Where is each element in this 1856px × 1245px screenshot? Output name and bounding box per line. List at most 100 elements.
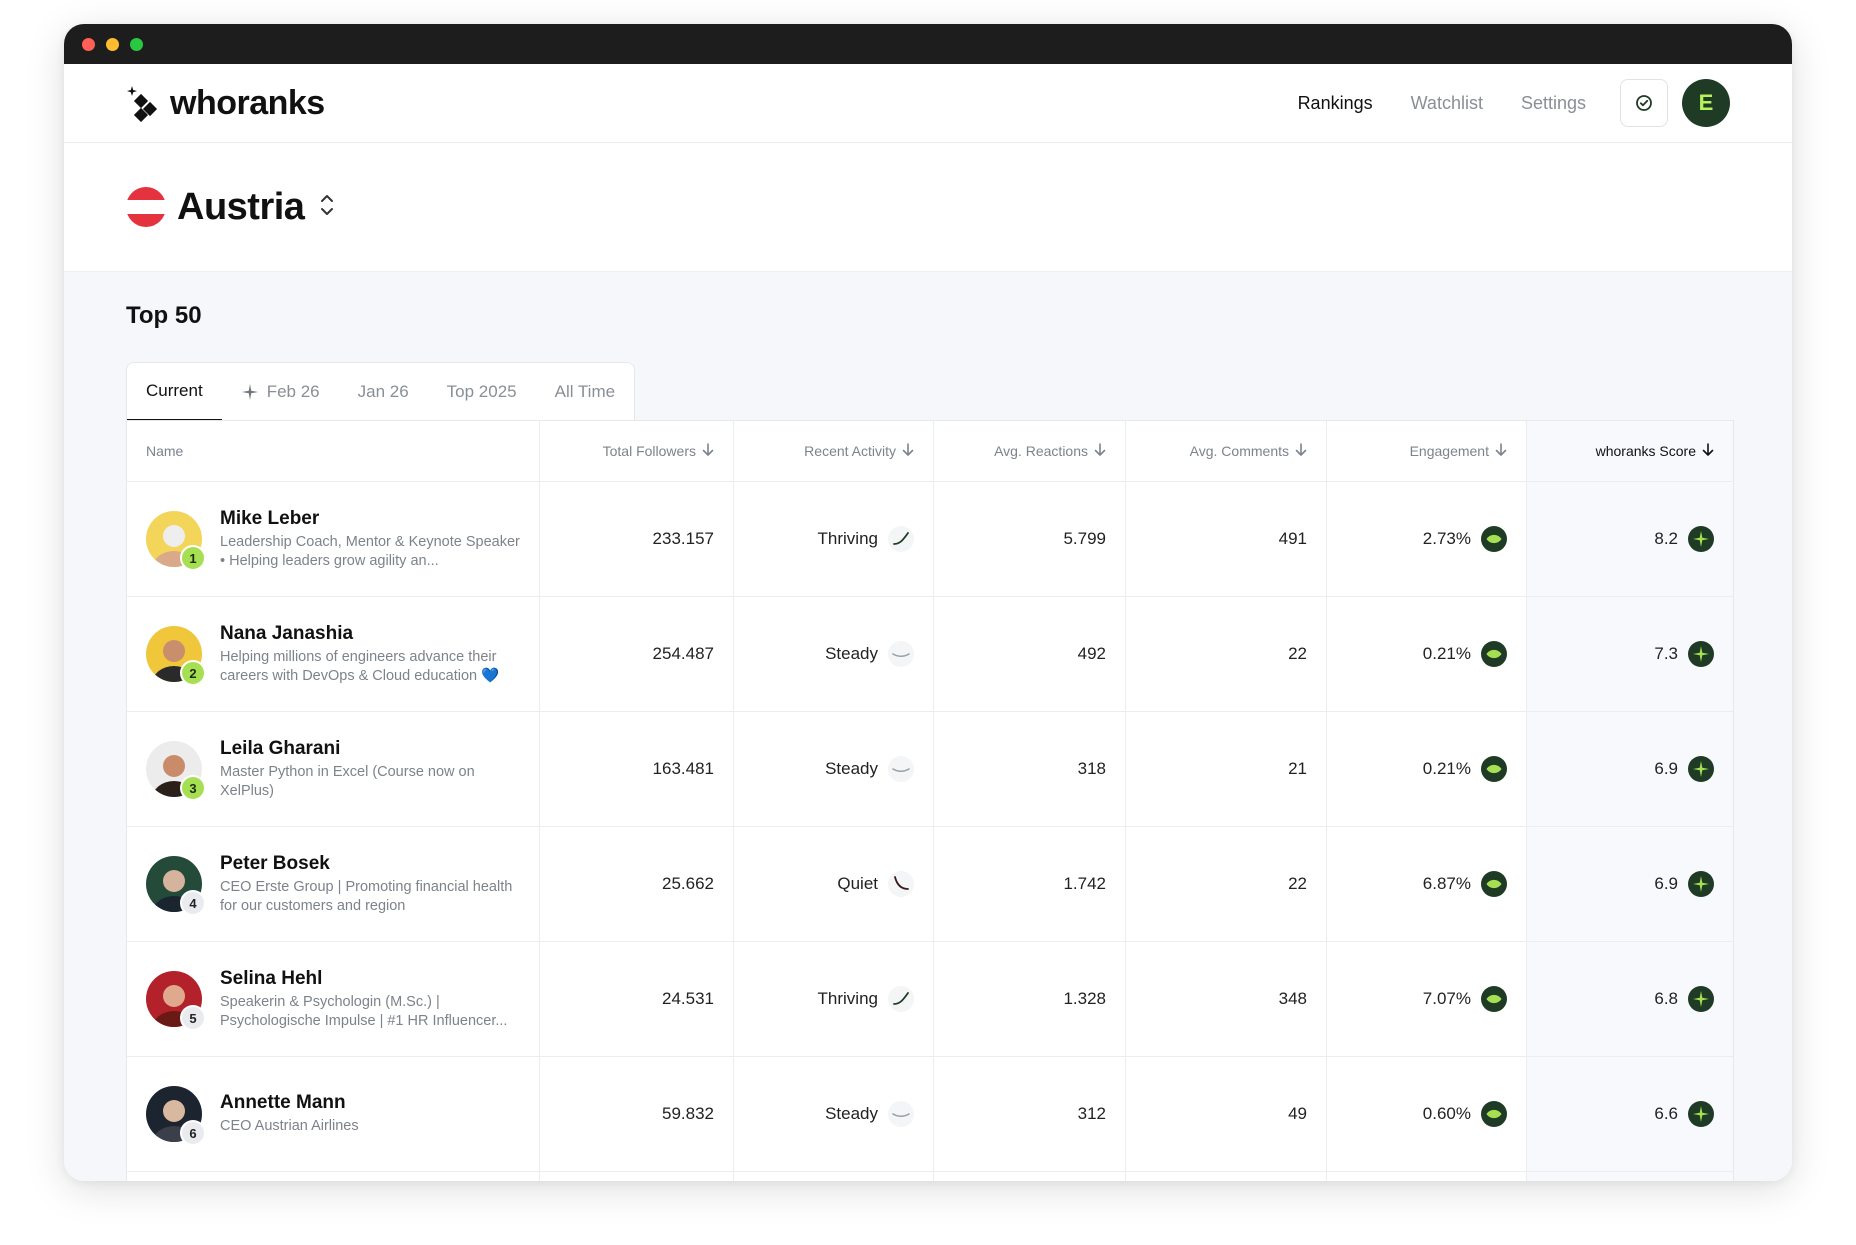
table-row[interactable]: 6 Annette Mann CEO Austrian Airlines 59.832… bbox=[127, 1057, 1733, 1172]
activity-cell: Thriving bbox=[734, 482, 934, 596]
user-avatar-button[interactable]: E bbox=[1682, 79, 1730, 127]
person-name[interactable]: Mike Leber bbox=[220, 508, 520, 530]
person-name[interactable]: Peter Bosek bbox=[220, 853, 520, 875]
rank-badge: 3 bbox=[180, 775, 206, 801]
score-cell: 6.6 bbox=[1527, 1057, 1733, 1171]
avatar: 3 bbox=[146, 741, 206, 817]
name-cell[interactable]: 3 Leila Gharani Master Python in Excel (Co… bbox=[127, 712, 540, 826]
engagement-value: 2.73% bbox=[1422, 529, 1471, 548]
sparkle-badge-icon bbox=[1688, 986, 1714, 1012]
comments-value: 348 bbox=[1278, 989, 1307, 1008]
name-cell[interactable]: 1 Mike Leber Leadership Coach, Mentor & Ke… bbox=[127, 482, 540, 596]
followers-cell: 24.531 bbox=[540, 942, 734, 1056]
reactions-value: 1.328 bbox=[1063, 989, 1106, 1008]
person-info: 4 Peter Bosek CEO Erste Group | Promoting … bbox=[146, 853, 520, 932]
check-circle-icon bbox=[1636, 95, 1652, 111]
person-name[interactable]: Nana Janashia bbox=[220, 623, 520, 645]
nav-settings[interactable]: Settings bbox=[1521, 93, 1586, 114]
person-info: 3 Leila Gharani Master Python in Excel (Co… bbox=[146, 738, 520, 817]
table-cell bbox=[540, 1172, 734, 1181]
activity-trend-icon bbox=[888, 986, 914, 1012]
engagement-cell: 0.21% bbox=[1327, 597, 1527, 711]
column-header-comments[interactable]: Avg. Comments bbox=[1126, 421, 1327, 481]
score-value: 7.3 bbox=[1654, 644, 1678, 663]
column-header-engagement[interactable]: Engagement bbox=[1327, 421, 1527, 481]
name-cell[interactable]: 5 Selina Hehl Speakerin & Psychologin (M.S… bbox=[127, 942, 540, 1056]
avatar: 1 bbox=[146, 511, 206, 587]
logo-icon bbox=[127, 86, 158, 122]
tab-top-2025[interactable]: Top 2025 bbox=[428, 363, 536, 421]
reactions-value: 318 bbox=[1077, 759, 1106, 778]
reactions-cell: 312 bbox=[934, 1057, 1126, 1171]
avatar: 6 bbox=[146, 1086, 206, 1162]
followers-value: 233.157 bbox=[652, 529, 714, 548]
activity-trend-icon bbox=[888, 1101, 914, 1127]
table-row[interactable]: 5 Selina Hehl Speakerin & Psychologin (M.S… bbox=[127, 942, 1733, 1057]
table-row[interactable]: 1 Mike Leber Leadership Coach, Mentor & Ke… bbox=[127, 482, 1733, 597]
column-header-activity[interactable]: Recent Activity bbox=[734, 421, 934, 481]
column-label: Name bbox=[146, 443, 184, 459]
person-name[interactable]: Leila Gharani bbox=[220, 738, 520, 760]
eye-icon bbox=[1481, 641, 1507, 667]
table-row[interactable]: 2 Nana Janashia Helping millions of engine… bbox=[127, 597, 1733, 712]
nav-watchlist[interactable]: Watchlist bbox=[1411, 93, 1483, 114]
followers-value: 163.481 bbox=[652, 759, 714, 778]
main-content: Top 50 Current Feb 26 Jan 26 Top 2025 Al… bbox=[64, 272, 1792, 1181]
nav-rankings[interactable]: Rankings bbox=[1298, 93, 1373, 114]
activity-cell: Steady bbox=[734, 597, 934, 711]
person-name[interactable]: Selina Hehl bbox=[220, 968, 520, 990]
followers-value: 254.487 bbox=[652, 644, 714, 663]
engagement-value: 7.07% bbox=[1422, 989, 1471, 1008]
tab-all-time[interactable]: All Time bbox=[536, 363, 634, 421]
column-header-score[interactable]: whoranks Score bbox=[1527, 421, 1733, 481]
column-header-followers[interactable]: Total Followers bbox=[540, 421, 734, 481]
column-header-name[interactable]: Name bbox=[127, 421, 540, 481]
close-window-button[interactable] bbox=[82, 38, 95, 51]
reactions-value: 492 bbox=[1077, 644, 1106, 663]
followers-value: 59.832 bbox=[662, 1104, 714, 1123]
score-cell: 6.8 bbox=[1527, 942, 1733, 1056]
austria-flag-icon bbox=[126, 187, 166, 227]
table-header-row: Name Total Followers Recent Activity Avg… bbox=[127, 421, 1733, 482]
activity-trend-icon bbox=[888, 526, 914, 552]
person-info: 2 Nana Janashia Helping millions of engine… bbox=[146, 623, 520, 702]
column-header-reactions[interactable]: Avg. Reactions bbox=[934, 421, 1126, 481]
table-row[interactable]: 4 Peter Bosek CEO Erste Group | Promoting … bbox=[127, 827, 1733, 942]
minimize-window-button[interactable] bbox=[106, 38, 119, 51]
activity-trend-icon bbox=[888, 641, 914, 667]
comments-cell: 491 bbox=[1126, 482, 1327, 596]
name-cell[interactable]: 4 Peter Bosek CEO Erste Group | Promoting … bbox=[127, 827, 540, 941]
person-bio: CEO Erste Group | Promoting financial he… bbox=[220, 878, 513, 914]
country-header: Austria bbox=[64, 143, 1792, 272]
table-row[interactable]: 3 Leila Gharani Master Python in Excel (Co… bbox=[127, 712, 1733, 827]
tab-current[interactable]: Current bbox=[127, 363, 222, 421]
tab-jan-26[interactable]: Jan 26 bbox=[339, 363, 428, 421]
name-cell[interactable]: 6 Annette Mann CEO Austrian Airlines bbox=[127, 1057, 540, 1171]
tab-label: All Time bbox=[554, 382, 616, 401]
verify-button[interactable] bbox=[1620, 79, 1668, 127]
tab-feb-26[interactable]: Feb 26 bbox=[222, 363, 339, 421]
sparkle-badge-icon bbox=[1688, 1101, 1714, 1127]
app-logo[interactable]: whoranks bbox=[126, 84, 325, 123]
person-name[interactable]: Annette Mann bbox=[220, 1092, 520, 1114]
followers-value: 24.531 bbox=[662, 989, 714, 1008]
avatar: 2 bbox=[146, 626, 206, 702]
sparkle-badge-icon bbox=[1688, 871, 1714, 897]
sparkle-badge-icon bbox=[1688, 641, 1714, 667]
eye-icon bbox=[1481, 756, 1507, 782]
activity-label: Steady bbox=[825, 759, 878, 778]
eye-icon bbox=[1481, 526, 1507, 552]
eye-icon bbox=[1481, 986, 1507, 1012]
person-info: 5 Selina Hehl Speakerin & Psychologin (M.S… bbox=[146, 968, 520, 1047]
comments-cell: 22 bbox=[1126, 827, 1327, 941]
reactions-value: 1.742 bbox=[1063, 874, 1106, 893]
maximize-window-button[interactable] bbox=[130, 38, 143, 51]
sparkle-icon bbox=[241, 384, 258, 400]
engagement-cell: 7.07% bbox=[1327, 942, 1527, 1056]
comments-cell: 22 bbox=[1126, 597, 1327, 711]
country-selector-button[interactable] bbox=[318, 192, 336, 223]
activity-trend-icon bbox=[888, 871, 914, 897]
eye-icon bbox=[1481, 871, 1507, 897]
name-cell[interactable]: 2 Nana Janashia Helping millions of engine… bbox=[127, 597, 540, 711]
activity-cell: Thriving bbox=[734, 942, 934, 1056]
